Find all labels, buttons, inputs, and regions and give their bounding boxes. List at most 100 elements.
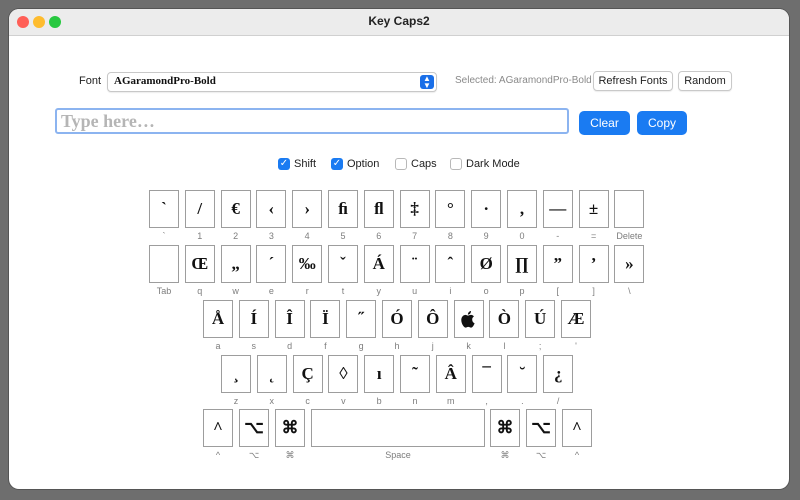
key-label: \ [628,286,631,296]
key-glyph: Á [372,254,385,273]
key-cap[interactable]: Í [238,300,269,338]
key-cap[interactable]: ± [578,190,609,228]
font-label: Font [79,75,102,87]
font-select[interactable]: AGaramondPro-Bold ▲ ▼ [107,72,437,92]
key-cap[interactable]: ¿ [543,355,574,393]
key-label: / [556,396,560,406]
key-cap[interactable]: ´ [256,245,287,283]
key-glyph: ^ [572,418,582,437]
key-cap[interactable]: ∏ [507,245,537,283]
key-cap[interactable]: ‡ [399,190,430,228]
key-cap[interactable]: ı [364,355,395,393]
key-cap[interactable]: ⌘ [490,409,520,447]
key-glyph: Œ [191,254,209,273]
key-cap[interactable]: ° [435,190,466,228]
random-button[interactable]: Random [678,71,732,91]
copy-button[interactable]: Copy [637,111,687,135]
key-glyph: Ô [426,309,440,328]
key-cap[interactable]: ⌥ [239,409,269,447]
key-glyph: ⌘ [281,418,299,437]
key-cap[interactable]: ‹ [256,190,287,228]
key-glyph: ⌥ [244,418,264,437]
key-cap[interactable]: Ú [525,300,556,338]
title-bar: Key Caps2 [9,9,789,36]
key-glyph: Î [286,309,293,328]
key-cap[interactable]: „ [220,245,251,283]
key-cap[interactable]: Œ [184,245,215,283]
key-cap[interactable]: ⌥ [526,409,556,447]
key-cap[interactable]: ¨ [399,245,430,283]
key-cap[interactable]: Å [203,300,233,338]
key-label: ⌘ [285,450,295,460]
key-cap[interactable] [614,190,645,228]
key-cap[interactable]: ˆ [435,245,466,283]
dark-mode-checkbox-label: Dark Mode [466,158,520,170]
key-cap[interactable]: ◊ [328,355,359,393]
key-cap[interactable]: · [471,190,502,228]
key-cap[interactable]: Ô [417,300,448,338]
key-cap[interactable]: Ó [382,300,412,338]
key-glyph: — [549,199,567,218]
key-glyph: Å [211,309,225,328]
key-glyph: Ø [479,254,493,273]
select-arrows-icon: ▲ ▼ [420,75,434,90]
key-glyph: ¯ [482,364,491,383]
key-cap[interactable]: Ò [489,300,520,338]
key-cap[interactable]: / [184,190,215,228]
key-cap[interactable]: ‚ [507,190,537,228]
key-cap[interactable] [311,409,485,447]
key-cap[interactable]: ˝ [346,300,377,338]
key-cap[interactable]: Î [274,300,305,338]
key-glyph: ” [553,254,563,273]
type-input[interactable] [55,108,569,134]
key-cap[interactable] [453,300,484,338]
key-cap[interactable]: › [292,190,323,228]
checkbox-box [450,158,462,170]
key-glyph: ¨ [411,254,418,273]
key-cap[interactable]: ‰ [292,245,323,283]
key-cap[interactable]: ⌘ [275,409,305,447]
key-glyph: Ç [301,364,314,383]
key-glyph: Ó [390,309,404,328]
key-cap[interactable]: ˇ [328,245,358,283]
key-glyph: ‡ [410,199,419,218]
key-cap[interactable]: ’ [578,245,609,283]
key-cap[interactable]: ˜ [400,355,430,393]
font-select-value: AGaramondPro-Bold [114,75,216,87]
key-cap[interactable]: ` [149,190,179,228]
key-glyph: ˜ [412,364,418,383]
clear-button[interactable]: Clear [579,111,630,135]
key-cap[interactable]: ” [542,245,573,283]
refresh-fonts-button[interactable]: Refresh Fonts [593,71,673,91]
key-glyph: ∏ [515,254,529,273]
key-cap[interactable]: € [220,190,251,228]
key-cap[interactable]: ^ [562,409,592,447]
key-cap[interactable]: Â [435,355,466,393]
key-glyph: € [231,199,240,218]
key-cap[interactable]: ﬂ [363,190,394,228]
key-glyph: ¸ [233,364,239,383]
key-glyph: ﬂ [374,199,384,218]
key-cap[interactable]: Æ [561,300,591,338]
key-cap[interactable] [149,245,179,283]
key-glyph: ` [161,199,167,218]
key-cap[interactable]: Á [363,245,394,283]
key-cap[interactable]: ¯ [471,355,502,393]
key-glyph: ‹ [268,199,275,218]
key-cap[interactable]: » [614,245,645,283]
key-glyph: ¿ [553,364,563,383]
checkmark-icon: ✓ [278,158,290,170]
key-cap[interactable]: ^ [203,409,233,447]
key-glyph: · [483,199,490,218]
key-glyph: ^ [213,418,223,437]
key-cap[interactable]: Ø [471,245,502,283]
key-cap[interactable]: — [542,190,573,228]
apple-logo-icon [460,311,475,328]
key-cap[interactable]: ˛ [256,355,287,393]
key-cap[interactable]: Ï [310,300,341,338]
key-cap[interactable]: ˘ [507,355,538,393]
key-cap[interactable]: ¸ [221,355,251,393]
key-cap[interactable]: ﬁ [328,190,358,228]
key-cap[interactable]: Ç [292,355,323,393]
key-glyph: ˘ [519,364,526,383]
